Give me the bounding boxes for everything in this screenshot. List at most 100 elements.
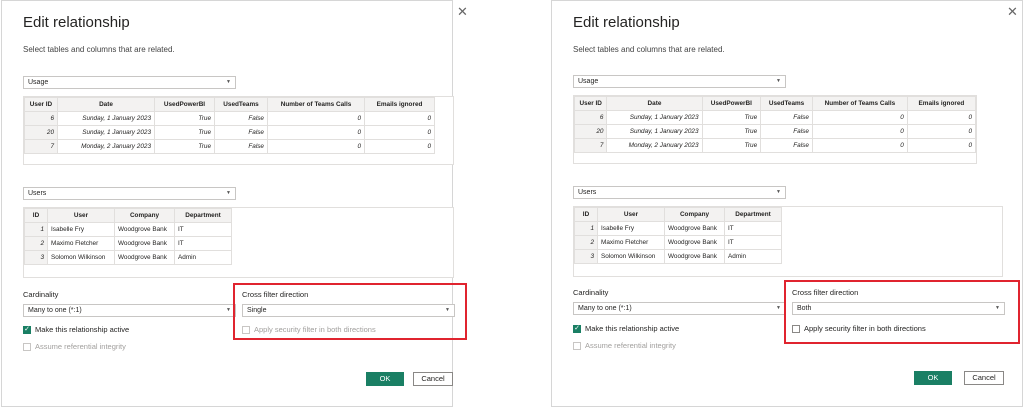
table-cell: True [701,124,762,139]
users-table-preview: ID User Company Department 1 Isabelle Fr… [23,207,454,278]
table1-select[interactable]: Usage ▼ [23,76,236,89]
table-row: 6 Sunday, 1 January 2023 True False 0 0 [573,110,977,125]
column-header[interactable]: Department [724,207,782,222]
table-row: 1 Isabelle Fry Woodgrove Bank IT [24,222,232,237]
column-header[interactable]: Company [664,207,725,222]
table-cell: 6 [573,110,608,125]
close-icon[interactable]: ✕ [1007,5,1018,18]
table-row: 3 Solomon Wilkinson Woodgrove Bank Admin [574,249,782,264]
column-header[interactable]: Number of Teams Calls [267,97,365,112]
table-cell: 0 [811,138,908,153]
active-checkbox-label: Make this relationship active [585,324,680,333]
column-header[interactable]: Company [114,208,175,223]
chevron-down-icon: ▼ [226,307,231,313]
table-cell: Monday, 2 January 2023 [606,138,703,153]
chevron-down-icon: ▼ [776,189,781,195]
dialog-subtitle: Select tables and columns that are relat… [573,45,725,54]
cardinality-select[interactable]: Many to one (*:1) ▼ [23,304,236,317]
active-checkbox-label: Make this relationship active [35,325,130,334]
table-cell: 3 [24,250,48,265]
ok-button[interactable]: OK [366,372,404,386]
column-header[interactable]: UsedPowerBI [701,96,762,111]
table-header-row: User ID Date UsedPowerBI UsedTeams Numbe… [573,96,977,111]
table2-select-value: Users [578,189,597,196]
edit-relationship-dialog-right: ✕ Edit relationship Select tables and co… [551,0,1023,407]
users-table: ID User Company Department 1 Isabelle Fr… [574,207,782,264]
table-cell: 1 [24,222,48,237]
column-header[interactable]: User ID [24,97,58,112]
column-header[interactable]: Date [57,97,155,112]
table-cell: False [760,138,813,153]
dialog-title: Edit relationship [573,14,680,31]
column-header[interactable]: UsedTeams [760,96,813,111]
table-cell: Woodgrove Bank [114,236,175,251]
table-cell: 6 [24,111,58,126]
highlight-box [784,280,1020,344]
table-cell: False [214,111,268,126]
table-cell: Admin [724,249,782,264]
table-cell: 0 [906,138,977,153]
column-header[interactable]: Emails ignored [364,97,435,112]
close-icon[interactable]: ✕ [457,5,468,18]
table-cell: 2 [574,235,598,250]
table-cell: True [701,110,762,125]
integrity-checkbox [23,342,31,351]
table-row: 1 Isabelle Fry Woodgrove Bank IT [574,221,782,236]
table-cell: 0 [364,125,435,140]
checkmark-icon[interactable]: ✓ [23,325,31,334]
table1-select[interactable]: Usage ▼ [573,75,786,88]
cardinality-value: Many to one (*:1) [28,307,82,314]
column-header[interactable]: UsedTeams [214,97,268,112]
active-checkbox-row[interactable]: ✓ Make this relationship active [573,324,679,333]
column-header[interactable]: User ID [573,96,608,111]
table-row: 2 Maximo Fletcher Woodgrove Bank IT [574,235,782,250]
table-row: 20 Sunday, 1 January 2023 True False 0 0 [24,125,435,140]
table2-select[interactable]: Users ▼ [573,186,786,199]
cancel-button[interactable]: Cancel [964,371,1004,385]
table-cell: Monday, 2 January 2023 [57,139,155,154]
table1-select-value: Usage [578,78,599,85]
column-header[interactable]: Department [174,208,232,223]
column-header[interactable]: Number of Teams Calls [811,96,908,111]
cancel-button[interactable]: Cancel [413,372,453,386]
column-header[interactable]: Emails ignored [906,96,977,111]
column-header[interactable]: ID [24,208,48,223]
table-cell: True [154,111,215,126]
cardinality-select[interactable]: Many to one (*:1) ▼ [573,302,786,315]
table-cell: Maximo Fletcher [597,235,665,250]
table2-select-value: Users [28,190,47,197]
table-cell: 0 [267,125,365,140]
cardinality-value: Many to one (*:1) [578,305,632,312]
checkmark-icon[interactable]: ✓ [573,324,581,333]
column-header[interactable]: ID [574,207,598,222]
table-cell: 0 [906,124,977,139]
table-cell: 0 [906,110,977,125]
table-cell: True [701,138,762,153]
users-table-preview: ID User Company Department 1 Isabelle Fr… [573,206,1003,277]
column-header[interactable]: User [47,208,115,223]
chevron-down-icon: ▼ [226,190,231,196]
column-header[interactable]: UsedPowerBI [154,97,215,112]
highlight-box [233,283,467,340]
integrity-checkbox-label: Assume referential integrity [35,342,126,351]
usage-table: User ID Date UsedPowerBI UsedTeams Numbe… [24,97,435,154]
table-header-row: ID User Company Department [574,207,782,222]
table-cell: False [214,125,268,140]
table-cell: Isabelle Fry [597,221,665,236]
table-cell: False [214,139,268,154]
table-cell: 0 [267,139,365,154]
table-row: 2 Maximo Fletcher Woodgrove Bank IT [24,236,232,251]
chevron-down-icon: ▼ [776,305,781,311]
table-cell: 20 [24,125,58,140]
active-checkbox-row[interactable]: ✓ Make this relationship active [23,325,129,334]
column-header[interactable]: Date [606,96,703,111]
table2-select[interactable]: Users ▼ [23,187,236,200]
table-cell: True [154,125,215,140]
integrity-checkbox-row: Assume referential integrity [23,342,126,351]
table-cell: 3 [574,249,598,264]
column-header[interactable]: User [597,207,665,222]
table-cell: 0 [811,124,908,139]
table-row: 7 Monday, 2 January 2023 True False 0 0 [573,138,977,153]
chevron-down-icon: ▼ [776,78,781,84]
ok-button[interactable]: OK [914,371,952,385]
